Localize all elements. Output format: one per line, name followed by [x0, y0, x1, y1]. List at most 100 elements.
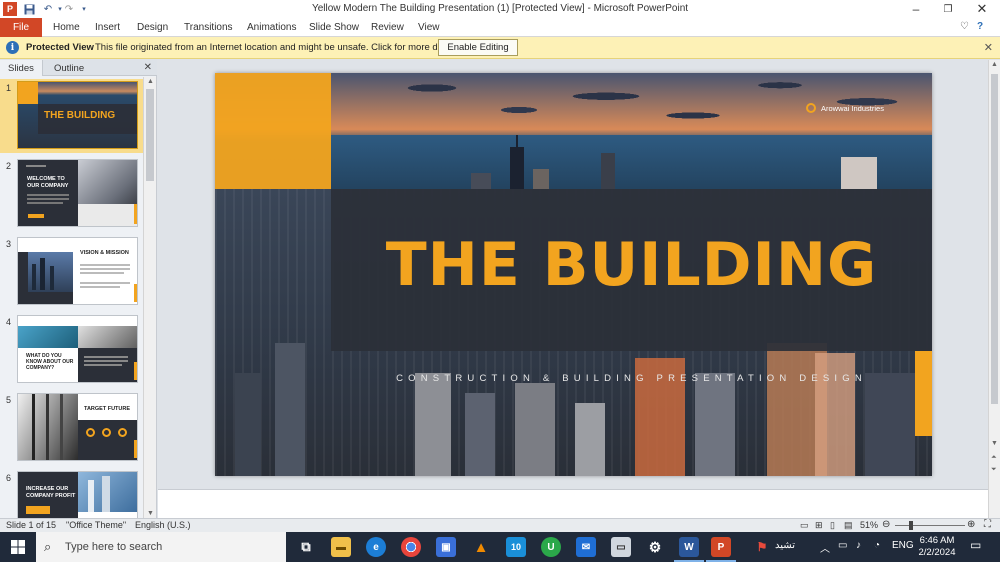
thumbnail-title: WELCOME TO OUR COMPANY: [27, 176, 69, 189]
slide-number: 1: [6, 83, 12, 93]
slide-counter: Slide 1 of 15: [6, 520, 57, 530]
slide-thumbnail-2[interactable]: 2 WELCOME TO OUR COMPANY: [0, 157, 143, 231]
slide-number: 3: [6, 239, 12, 249]
slide-thumbnails: 1 THE BUILDING 2 WELCOME TO OUR COMPANY: [0, 77, 143, 518]
display-icon[interactable]: ▭: [611, 537, 631, 557]
scroll-down-arrow-icon[interactable]: ▼: [147, 510, 154, 517]
clock-time: 6:46 AM: [919, 535, 955, 546]
zoom-in-icon[interactable]: ⊕: [967, 519, 975, 530]
taskbar-search[interactable]: ⌕ Type here to search: [36, 532, 286, 562]
tab-home[interactable]: Home: [53, 22, 80, 33]
tab-slides[interactable]: Slides: [0, 60, 43, 76]
slide-number: 4: [6, 317, 12, 327]
protected-view-message[interactable]: This file originated from an Internet lo…: [95, 42, 463, 53]
network-icon[interactable]: ◔: [874, 540, 880, 551]
slide-thumbnail-4[interactable]: 4 WHAT DO YOU KNOW ABOUT OUR COMPANY?: [0, 313, 143, 387]
show-hidden-icons-icon[interactable]: ︿: [820, 540, 830, 555]
theme-name: "Office Theme": [66, 520, 127, 530]
thumbnail-title: INCREASE OUR COMPANY PROFIT: [26, 486, 76, 499]
tab-outline[interactable]: Outline: [46, 60, 92, 76]
accent-bar-right: [915, 351, 932, 436]
enable-editing-button[interactable]: Enable Editing: [438, 39, 518, 56]
slide-title: THE BUILDING: [385, 230, 878, 300]
mail-icon[interactable]: ✉: [576, 537, 596, 557]
slide-sorter-icon[interactable]: ⊞: [815, 520, 823, 531]
scroll-down-arrow-icon[interactable]: ▼: [991, 440, 998, 447]
ribbon-collapse-icon[interactable]: ♡: [960, 21, 969, 32]
chrome-icon[interactable]: [401, 537, 421, 557]
notes-pane[interactable]: [158, 489, 988, 518]
vertical-scrollbar[interactable]: ▲ ▼ ⏶ ⏷: [988, 60, 1000, 518]
thumbnail-scrollbar[interactable]: ▲ ▼: [143, 77, 156, 518]
search-placeholder: Type here to search: [65, 541, 163, 553]
vlc-icon[interactable]: ▲: [471, 537, 491, 557]
tab-review[interactable]: Review: [371, 22, 404, 33]
battery-icon[interactable]: ▭: [838, 540, 847, 551]
taskbar: ⌕ Type here to search ⧉ ▬ e ▣ ▲ 10 U ✉ ▭…: [0, 532, 1000, 562]
scroll-up-arrow-icon[interactable]: ▲: [147, 78, 154, 85]
file-explorer-icon[interactable]: ▬: [331, 537, 351, 557]
search-icon: ⌕: [44, 539, 52, 554]
pane-tabs: Slides Outline ✕: [0, 60, 157, 76]
task-view-icon[interactable]: ⧉: [296, 537, 316, 557]
tab-slide-show[interactable]: Slide Show: [309, 22, 359, 33]
slide-thumbnail-1[interactable]: 1 THE BUILDING: [0, 79, 143, 153]
zoom-level[interactable]: 51%: [860, 520, 878, 530]
tab-transitions[interactable]: Transitions: [184, 22, 233, 33]
clock[interactable]: 6:46 AM 2/2/2024: [918, 535, 956, 559]
app-badge-icon[interactable]: 10: [506, 537, 526, 557]
word-icon[interactable]: W: [679, 537, 699, 557]
input-language[interactable]: ENG: [892, 540, 914, 551]
tab-animations[interactable]: Animations: [247, 22, 296, 33]
thumbnail-title: VISION & MISSION: [80, 250, 129, 256]
notifications-icon[interactable]: ▭: [970, 538, 981, 552]
tab-design[interactable]: Design: [137, 22, 168, 33]
slide-thumbnail-5[interactable]: 5 TARGET FUTURE: [0, 391, 143, 465]
restore-icon[interactable]: ❐: [932, 0, 964, 18]
protected-view-bar: i Protected View This file originated fr…: [0, 37, 1000, 59]
settings-gear-icon[interactable]: ⚙: [645, 537, 665, 557]
tab-view[interactable]: View: [418, 22, 440, 33]
help-icon[interactable]: ?: [977, 21, 983, 32]
slide-editing-area: Arowwai Industries THE BUILDING CONSTRUC…: [158, 60, 988, 488]
minimize-icon[interactable]: –: [900, 0, 932, 18]
language-status[interactable]: English (U.S.): [135, 520, 191, 530]
slide-thumbnail-6[interactable]: 6 INCREASE OUR COMPANY PROFIT: [0, 469, 143, 518]
ribbon-tabs: File Home Insert Design Transitions Anim…: [0, 18, 1000, 37]
close-pane-icon[interactable]: ✕: [144, 62, 152, 73]
rtl-app-label[interactable]: تشيد: [775, 540, 795, 551]
info-shield-icon: i: [6, 41, 19, 54]
zoom-slider-handle[interactable]: [909, 521, 913, 530]
zoom-slider[interactable]: [895, 525, 965, 526]
slide-show-icon[interactable]: ▤: [844, 520, 853, 531]
next-slide-icon[interactable]: ⏷: [991, 466, 997, 474]
start-button[interactable]: [0, 532, 36, 562]
protected-view-title: Protected View: [26, 42, 94, 53]
tab-insert[interactable]: Insert: [95, 22, 120, 33]
notification-app-icon[interactable]: ⚑: [752, 537, 772, 557]
tab-file[interactable]: File: [0, 18, 42, 37]
previous-slide-icon[interactable]: ⏶: [991, 454, 997, 462]
powerpoint-taskbar-icon[interactable]: P: [711, 537, 731, 557]
scroll-up-arrow-icon[interactable]: ▲: [991, 61, 998, 68]
slide-number: 5: [6, 395, 12, 405]
store-icon[interactable]: ▣: [436, 537, 456, 557]
slide-canvas: Arowwai Industries THE BUILDING CONSTRUC…: [215, 73, 932, 476]
volume-icon[interactable]: ♪: [856, 540, 861, 551]
upwork-icon[interactable]: U: [541, 537, 561, 557]
thumbnail-title: THE BUILDING: [44, 110, 116, 121]
zoom-out-icon[interactable]: ⊖: [882, 519, 890, 530]
slide-thumbnail-3[interactable]: 3 VISION & MISSION: [0, 235, 143, 309]
accent-block-top-left: [215, 73, 331, 189]
reading-view-icon[interactable]: ▯: [830, 520, 835, 531]
normal-view-icon[interactable]: ▭: [800, 520, 809, 531]
close-bar-icon[interactable]: ✕: [984, 41, 993, 54]
edge-icon[interactable]: e: [366, 537, 386, 557]
thumbnail-title: TARGET FUTURE: [84, 406, 131, 412]
windows-logo-icon: [11, 540, 25, 554]
slides-pane: Slides Outline ✕ 1 THE BUILDING 2 WELCOM…: [0, 60, 157, 518]
fit-to-window-icon[interactable]: ⛶: [984, 519, 991, 530]
thumbnail-title: WHAT DO YOU KNOW ABOUT OUR COMPANY?: [26, 353, 74, 371]
slide-subtitle: CONSTRUCTION & BUILDING PRESENTATION DES…: [396, 373, 867, 384]
close-icon[interactable]: ✕: [966, 0, 998, 18]
